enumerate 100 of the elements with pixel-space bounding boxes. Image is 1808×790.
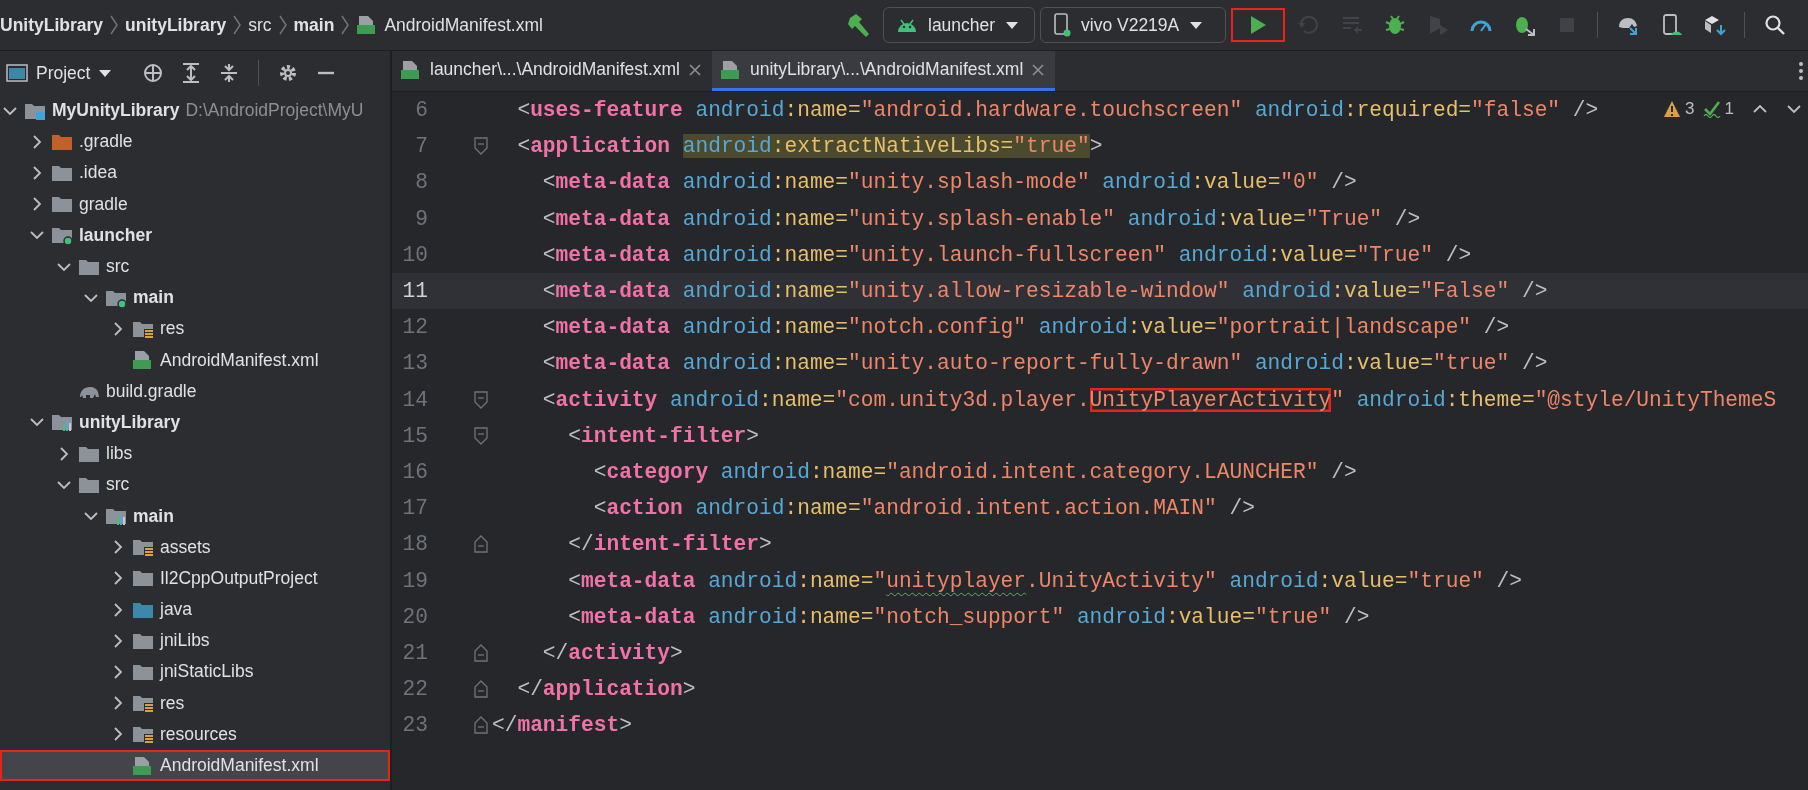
code-line: <application android:extractNativeLibs="true"> [517, 134, 1103, 159]
run-configuration-dropdown[interactable]: launcher [883, 7, 1035, 43]
tree-item[interactable]: MyUnityLibrary D:\AndroidProject\MyU [0, 95, 390, 127]
library-folder-icon [105, 506, 127, 527]
breadcrumb-item[interactable]: main [293, 14, 335, 36]
line-number: 11 [401, 279, 428, 304]
code-line: </intent-filter> [568, 532, 772, 557]
tree-item[interactable]: java [0, 594, 390, 626]
path-text: D:\AndroidProject\MyU [185, 100, 364, 122]
code-line: <meta-data android:name="unity.auto-report-fully-drawn" android:value="true" /> [542, 351, 1548, 376]
manifest-file-icon [132, 755, 154, 776]
line-number: 7 [414, 134, 428, 159]
bug-icon[interactable] [1383, 13, 1407, 37]
tree-item[interactable]: build.gradle [0, 375, 390, 407]
close-icon[interactable] [688, 62, 702, 77]
line-number: 12 [401, 315, 428, 340]
weak-warnings-count[interactable]: 1 [1702, 99, 1734, 119]
library-folder-icon [51, 412, 73, 433]
code-line: <intent-filter> [568, 423, 759, 448]
fold-icon[interactable] [474, 137, 488, 156]
line-number: 13 [401, 351, 428, 376]
line-number: 6 [414, 98, 428, 123]
line-number: 15 [401, 423, 428, 448]
manifest-file-icon [720, 59, 742, 80]
fold-icon[interactable] [474, 390, 488, 409]
code-line: <meta-data android:name="notch.config" android:value="portrait|landscape" /> [542, 315, 1510, 340]
code-line: </manifest> [492, 713, 632, 738]
line-number: 14 [401, 387, 428, 412]
panel-icon [6, 64, 28, 82]
tree-item[interactable]: res [0, 313, 390, 345]
breadcrumb-item[interactable]: src [248, 14, 272, 36]
search-icon[interactable] [1763, 13, 1787, 37]
code-line: <action android:name="android.intent.action.MAIN" /> [593, 496, 1255, 521]
caret-down-icon [1005, 20, 1020, 30]
tree-item[interactable]: AndroidManifest.xml [0, 344, 390, 376]
code-line: <meta-data android:name="notch_support" android:value="true" /> [568, 604, 1370, 629]
tree-item[interactable]: .gradle [0, 126, 390, 158]
code-line: </application> [517, 677, 696, 702]
resource-folder-icon [132, 537, 154, 558]
line-number: 18 [401, 532, 428, 557]
tree-item[interactable]: src [0, 250, 390, 283]
code-line: <uses-feature android:name="android.hardware.touchscreen" android:required="false" /> [517, 98, 1599, 123]
tree-item[interactable]: .idea [0, 157, 390, 189]
fold-icon[interactable] [474, 426, 488, 445]
fold-icon[interactable] [474, 716, 488, 735]
line-number: 10 [401, 242, 428, 267]
tree-item[interactable]: res [0, 687, 390, 719]
tree-item[interactable]: resources [0, 718, 390, 750]
run-button[interactable] [1231, 8, 1285, 42]
tree-item[interactable]: jniStaticLibs [0, 656, 390, 688]
tree-item[interactable]: gradle [0, 188, 390, 220]
tree-item[interactable]: libs [0, 438, 390, 470]
tree-item[interactable]: src [0, 469, 390, 501]
code-line: </activity> [542, 640, 683, 665]
project-view-dropdown[interactable]: Project [6, 62, 113, 84]
manifest-file-icon [400, 59, 422, 80]
warnings-count[interactable]: 3 [1663, 99, 1695, 119]
fold-icon[interactable] [474, 535, 488, 554]
line-number: 9 [414, 206, 428, 231]
line-number: 19 [401, 568, 428, 593]
fold-icon[interactable] [474, 643, 488, 662]
chevron-right-icon [340, 14, 351, 36]
line-number: 23 [401, 713, 428, 738]
editor-tab[interactable]: unityLibrary\...\AndroidManifest.xml [712, 51, 1056, 91]
crosshair-icon[interactable] [142, 62, 165, 84]
tree-item[interactable]: launcher [0, 219, 390, 251]
android-icon [896, 17, 918, 33]
more-icon[interactable] [1798, 60, 1804, 82]
line-number: 21 [401, 640, 428, 665]
box-download-icon[interactable] [1702, 13, 1726, 37]
line-number: 16 [401, 459, 428, 484]
code-line: <meta-data android:name="unityplayer.UnityActivity" android:value="true" /> [568, 568, 1522, 593]
resource-folder-icon [132, 724, 154, 745]
resource-folder-icon [132, 693, 154, 714]
warning-icon [1663, 100, 1682, 118]
chevron-right-icon [109, 14, 120, 36]
chevron-right-icon [232, 14, 243, 36]
tree-item[interactable]: assets [0, 531, 390, 563]
code-line: <meta-data android:name="unity.splash-mode" android:value="0" /> [542, 170, 1357, 195]
folder-icon [132, 568, 154, 589]
tree-item[interactable]: main [0, 282, 390, 314]
breadcrumb-item[interactable]: UnityLibrary [0, 14, 104, 36]
fold-icon[interactable] [474, 680, 488, 699]
line-number: 8 [414, 170, 428, 195]
line-number: 20 [401, 604, 428, 629]
tree-item[interactable]: AndroidManifest.xml [0, 749, 390, 782]
hammer-icon[interactable] [846, 12, 872, 38]
manifest-file-icon [132, 350, 154, 371]
tree-item[interactable]: jniLibs [0, 625, 390, 657]
tree-item[interactable]: main [0, 500, 390, 532]
tree-item[interactable]: Il2CppOutputProject [0, 562, 390, 594]
breadcrumb-item[interactable]: AndroidManifest.xml [356, 14, 543, 36]
folder-icon [51, 194, 73, 215]
play-icon [1248, 14, 1268, 36]
tree-item[interactable]: unityLibrary [0, 406, 390, 439]
line-number: 17 [401, 496, 428, 521]
device-dropdown[interactable]: vivo V2219A [1040, 7, 1226, 43]
close-icon[interactable] [1031, 62, 1046, 77]
editor-tab[interactable]: launcher\...\AndroidManifest.xml [392, 51, 712, 91]
breadcrumb-item[interactable]: unityLibrary [125, 14, 227, 36]
